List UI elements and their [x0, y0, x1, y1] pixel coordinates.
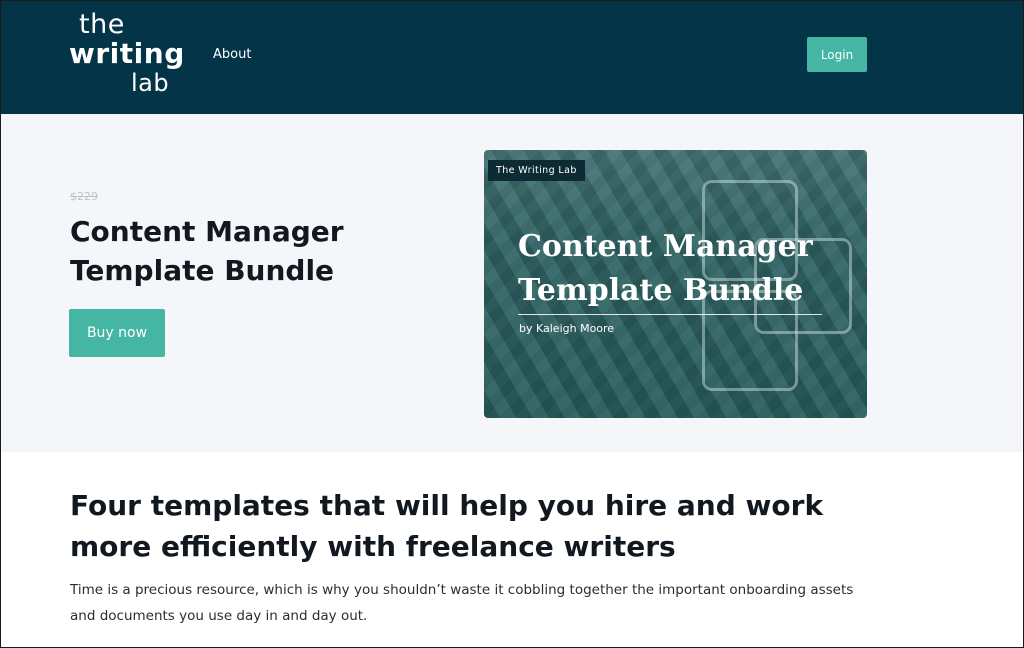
page: the writing lab About Login $229 Content… — [0, 0, 1024, 648]
product-hero: $229 Content Manager Template Bundle Buy… — [1, 114, 1023, 452]
logo-line-lab: lab — [131, 69, 170, 97]
product-title: Content Manager Template Bundle — [70, 215, 344, 287]
cover-byline: by Kaleigh Moore — [519, 322, 615, 335]
buy-now-button[interactable]: Buy now — [69, 309, 165, 357]
cover-brand-badge: The Writing Lab — [488, 160, 585, 181]
section-description: Time is a precious resource, which is wh… — [70, 582, 854, 624]
original-price: $229 — [70, 190, 98, 203]
site-logo[interactable]: the writing lab — [69, 9, 194, 99]
product-cover-image: The Writing Lab Content Manager Template… — [484, 150, 867, 418]
cover-title-line2: Template Bundle — [518, 273, 804, 308]
cover-title: Content Manager Template Bundle — [518, 225, 848, 313]
cover-divider — [518, 314, 822, 315]
nav-link-about[interactable]: About — [213, 47, 251, 62]
logo-line-the: the — [79, 9, 125, 40]
logo-line-writing: writing — [69, 37, 185, 70]
login-button[interactable]: Login — [807, 37, 867, 72]
cover-title-line1: Content Manager — [518, 229, 813, 264]
section-headline: Four templates that will help you hire a… — [70, 489, 824, 563]
intro-section: Four templates that will help you hire a… — [1, 452, 1023, 647]
site-header: the writing lab About Login — [1, 1, 1023, 114]
